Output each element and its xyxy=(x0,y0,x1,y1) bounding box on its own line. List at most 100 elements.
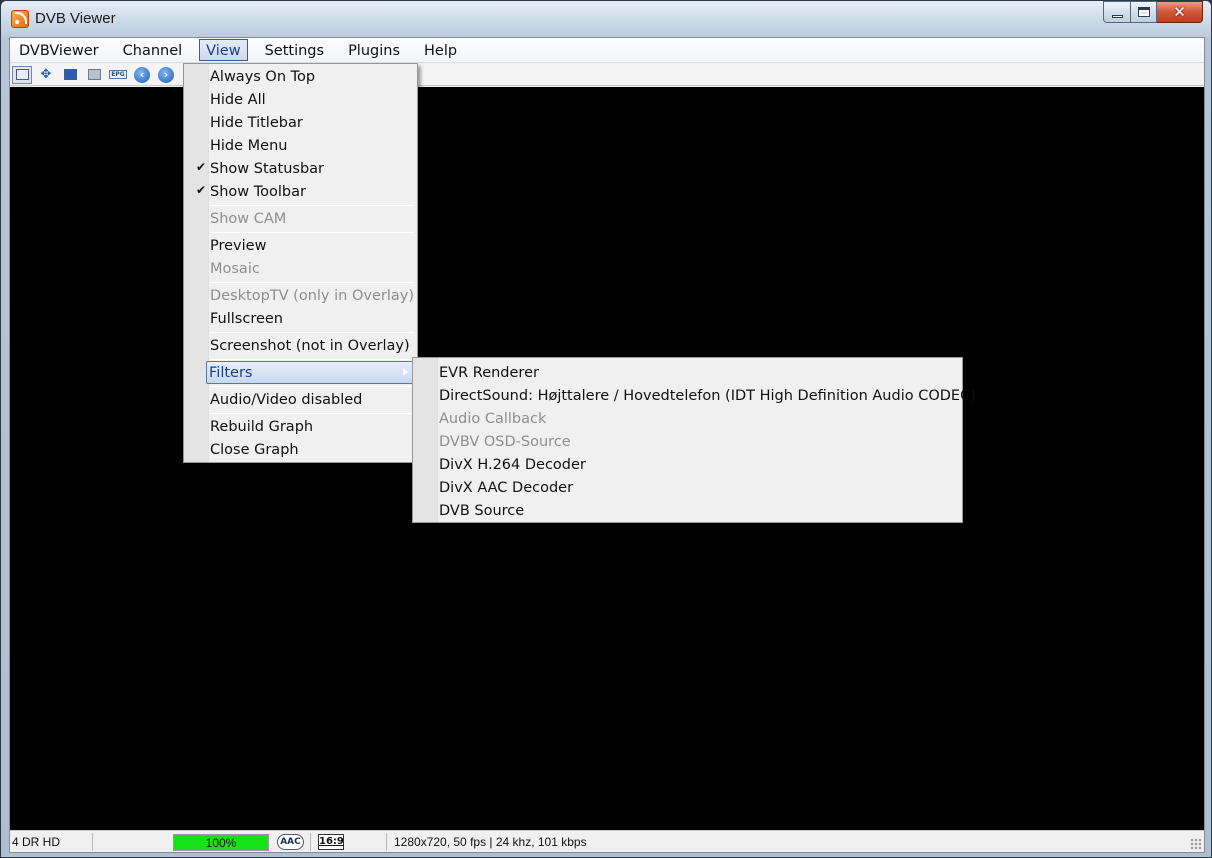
aspect-ratio-badge[interactable]: 16:9 xyxy=(318,834,344,850)
submenu-arrow-icon xyxy=(403,368,408,376)
menu-separator xyxy=(210,282,414,283)
filter-audio-callback: Audio Callback xyxy=(415,407,960,430)
menu-item-hide-all[interactable]: Hide All xyxy=(186,88,415,111)
menu-view-label: View xyxy=(206,43,241,59)
menu-item-mosaic: Mosaic xyxy=(186,257,415,280)
menu-item-label: Show CAM xyxy=(210,210,287,227)
menu-item-close-graph[interactable]: Close Graph xyxy=(186,438,415,461)
toolbar-epg-button[interactable]: EPG xyxy=(108,66,128,84)
toolbar-pip-button[interactable] xyxy=(60,66,80,84)
filter-divx-h264-decoder[interactable]: DivX H.264 Decoder xyxy=(415,453,960,476)
menu-item-label: DVBV OSD-Source xyxy=(439,433,571,450)
close-icon: ✕ xyxy=(1173,3,1186,21)
toolbar-teletext-button[interactable] xyxy=(84,66,104,84)
menu-view[interactable]: View xyxy=(199,39,248,61)
filter-evr-renderer[interactable]: EVR Renderer xyxy=(415,361,960,384)
menu-plugins[interactable]: Plugins xyxy=(341,39,407,61)
menu-item-label: Always On Top xyxy=(210,68,316,85)
app-rss-icon[interactable] xyxy=(11,10,29,28)
menu-item-label: Show Toolbar xyxy=(210,183,306,200)
menu-item-label: DVB Source xyxy=(439,502,525,519)
menu-separator xyxy=(210,413,414,414)
menu-item-preview[interactable]: Preview xyxy=(186,234,415,257)
menu-item-label: Mosaic xyxy=(210,260,260,277)
audio-codec-badge[interactable]: AAC xyxy=(277,834,304,850)
menu-item-audio-video-disabled[interactable]: Audio/Video disabled xyxy=(186,388,415,411)
menu-item-label: EVR Renderer xyxy=(439,364,539,381)
window-title: DVB Viewer xyxy=(35,10,116,27)
checkmark-icon: ✔ xyxy=(196,160,207,174)
toolbar-back-button[interactable]: ‹ xyxy=(132,66,152,84)
filter-divx-aac-decoder[interactable]: DivX AAC Decoder xyxy=(415,476,960,499)
filters-submenu: EVR Renderer DirectSound: Højttalere / H… xyxy=(412,357,976,523)
menu-item-label: DivX H.264 Decoder xyxy=(439,456,586,473)
toolbar-fullscreen-button[interactable]: ✥ xyxy=(36,66,56,84)
menu-separator xyxy=(210,386,414,387)
minimize-icon xyxy=(1111,14,1123,18)
menu-item-label: Filters xyxy=(209,364,253,381)
menu-item-label: Hide Menu xyxy=(210,137,288,154)
epg-icon: EPG xyxy=(109,70,127,79)
menu-item-show-cam: Show CAM xyxy=(186,207,415,230)
menu-item-label: Fullscreen xyxy=(210,310,283,327)
menu-channel[interactable]: Channel xyxy=(116,39,190,61)
status-separator xyxy=(386,833,387,851)
resize-grip-icon[interactable] xyxy=(1190,838,1202,850)
menu-item-label: Preview xyxy=(210,237,267,254)
menu-item-label: DirectSound: Højttalere / Hovedtelefon (… xyxy=(439,387,976,404)
status-channel-name: 4 DR HD xyxy=(12,835,61,849)
menu-help-label: Help xyxy=(424,43,458,59)
menu-item-rebuild-graph[interactable]: Rebuild Graph xyxy=(186,415,415,438)
back-arrow-icon: ‹ xyxy=(134,66,150,83)
menu-item-label: Hide Titlebar xyxy=(210,114,303,131)
forward-arrow-icon: › xyxy=(158,66,174,83)
title-bar[interactable]: DVB Viewer ✕ xyxy=(1,1,1211,37)
filter-dvb-source[interactable]: DVB Source xyxy=(415,499,960,522)
menu-settings-label: Settings xyxy=(264,43,325,59)
menu-item-desktoptv: DesktopTV (only in Overlay) xyxy=(186,284,415,307)
window-mode-icon xyxy=(15,69,29,80)
menu-help[interactable]: Help xyxy=(417,39,464,61)
menu-item-label: Audio Callback xyxy=(439,410,547,427)
window-controls: ✕ xyxy=(1103,1,1203,23)
menu-item-always-on-top[interactable]: Always On Top xyxy=(186,65,415,88)
menu-settings[interactable]: Settings xyxy=(258,39,331,61)
app-window: DVB Viewer ✕ DVBViewer Channel View Sett… xyxy=(0,0,1212,858)
menu-item-label: DesktopTV (only in Overlay) xyxy=(210,287,414,304)
filter-directsound[interactable]: DirectSound: Højttalere / Hovedtelefon (… xyxy=(415,384,976,407)
menu-item-label: Audio/Video disabled xyxy=(210,391,363,408)
menu-plugins-label: Plugins xyxy=(348,43,401,59)
menu-dvbviewer[interactable]: DVBViewer xyxy=(12,39,106,61)
menu-item-filters[interactable]: Filters xyxy=(206,361,414,384)
menu-item-show-toolbar[interactable]: ✔ Show Toolbar xyxy=(186,180,415,203)
checkmark-icon: ✔ xyxy=(196,183,207,197)
status-separator xyxy=(310,833,311,851)
picture-icon xyxy=(63,69,77,80)
menu-separator xyxy=(210,232,414,233)
minimize-button[interactable] xyxy=(1103,1,1131,23)
view-menu-dropdown: Always On Top Hide All Hide Titlebar Hid… xyxy=(183,63,418,463)
signal-strength-text: 100% xyxy=(205,836,237,850)
stream-info-text: 1280x720, 50 fps | 24 khz, 101 kbps xyxy=(394,835,587,849)
close-button[interactable]: ✕ xyxy=(1157,1,1203,23)
menu-item-screenshot[interactable]: Screenshot (not in Overlay) xyxy=(186,334,415,357)
menu-dvbviewer-label: DVBViewer xyxy=(19,43,99,59)
status-separator xyxy=(92,833,93,851)
menu-bar: DVBViewer Channel View Settings Plugins … xyxy=(10,38,1204,63)
filter-osd-source: DVBV OSD-Source xyxy=(415,430,960,453)
menu-item-label: Close Graph xyxy=(210,441,299,458)
fullscreen-arrows-icon: ✥ xyxy=(40,67,52,82)
menu-item-label: DivX AAC Decoder xyxy=(439,479,574,496)
menu-item-label: Hide All xyxy=(210,91,266,108)
toolbar-forward-button[interactable]: › xyxy=(156,66,176,84)
menu-item-show-statusbar[interactable]: ✔ Show Statusbar xyxy=(186,157,415,180)
menu-separator xyxy=(210,205,414,206)
menu-item-fullscreen[interactable]: Fullscreen xyxy=(186,307,415,330)
menu-item-hide-menu[interactable]: Hide Menu xyxy=(186,134,415,157)
menu-item-label: Screenshot (not in Overlay) xyxy=(210,337,410,354)
toolbar-window-mode-button[interactable] xyxy=(12,65,32,84)
maximize-button[interactable] xyxy=(1131,1,1157,23)
menu-item-label: Rebuild Graph xyxy=(210,418,314,435)
menu-item-hide-titlebar[interactable]: Hide Titlebar xyxy=(186,111,415,134)
menu-separator xyxy=(210,359,414,360)
